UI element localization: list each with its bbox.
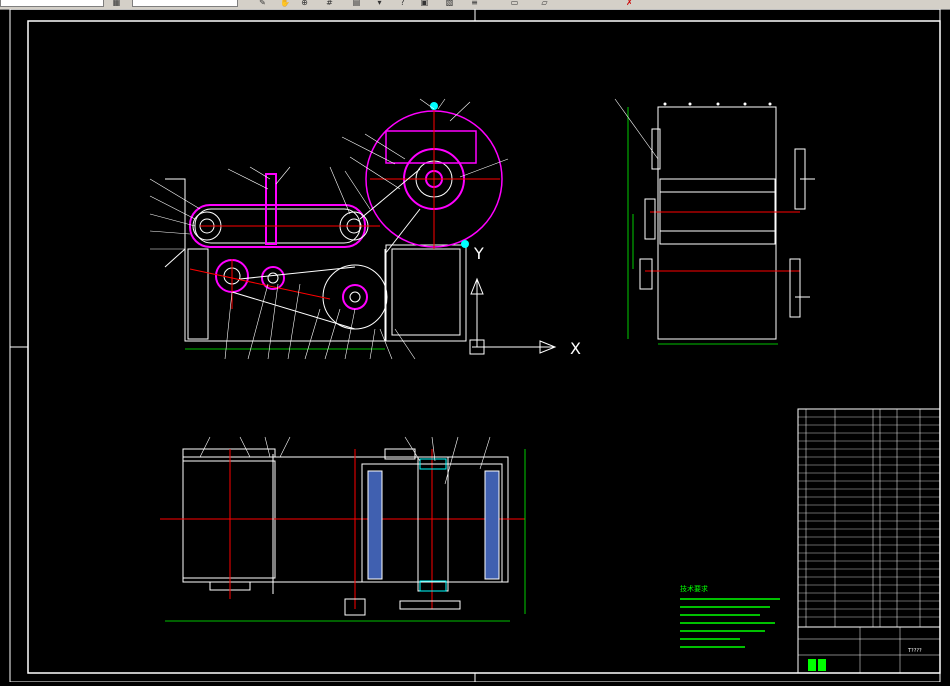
top-view [160, 436, 526, 622]
close-icon[interactable]: ✗ [625, 0, 634, 7]
pan-icon[interactable]: ✋ [280, 0, 290, 7]
y-axis-label: Y [473, 244, 484, 263]
help-icon[interactable]: ? [398, 0, 407, 7]
layer-icon[interactable]: ▦ [112, 0, 121, 7]
grid-icon[interactable]: # [325, 0, 334, 7]
designcenter-icon[interactable]: ▣ [420, 0, 429, 7]
markup-icon[interactable]: ▭ [510, 0, 519, 7]
sheet-border [9, 8, 941, 683]
tech-notes-title: 技术要求 [680, 584, 708, 593]
side-view [614, 98, 815, 345]
dropdown-icon[interactable]: ▾ [375, 0, 384, 7]
layer-combo[interactable] [0, 0, 104, 7]
drawing-canvas[interactable]: X Y 技术要求 T???? [0, 8, 950, 683]
quickcalc-icon[interactable]: ▱ [540, 0, 549, 7]
toolpalette-icon[interactable]: ▧ [445, 0, 454, 7]
parts-list: T???? [797, 408, 941, 674]
technical-notes: 技术要求 [680, 584, 780, 648]
cad-drawing: X Y 技术要求 T???? [9, 8, 941, 683]
draw-icon[interactable]: ✎ [258, 0, 267, 7]
title-block-text: T???? [907, 648, 922, 654]
front-view: X Y [149, 98, 581, 360]
x-axis-label: X [570, 339, 581, 358]
properties-icon[interactable]: ▤ [352, 0, 361, 7]
style-combo[interactable] [132, 0, 238, 7]
zoom-icon[interactable]: ⊕ [300, 0, 309, 7]
calc-icon[interactable]: ≡ [470, 0, 479, 7]
